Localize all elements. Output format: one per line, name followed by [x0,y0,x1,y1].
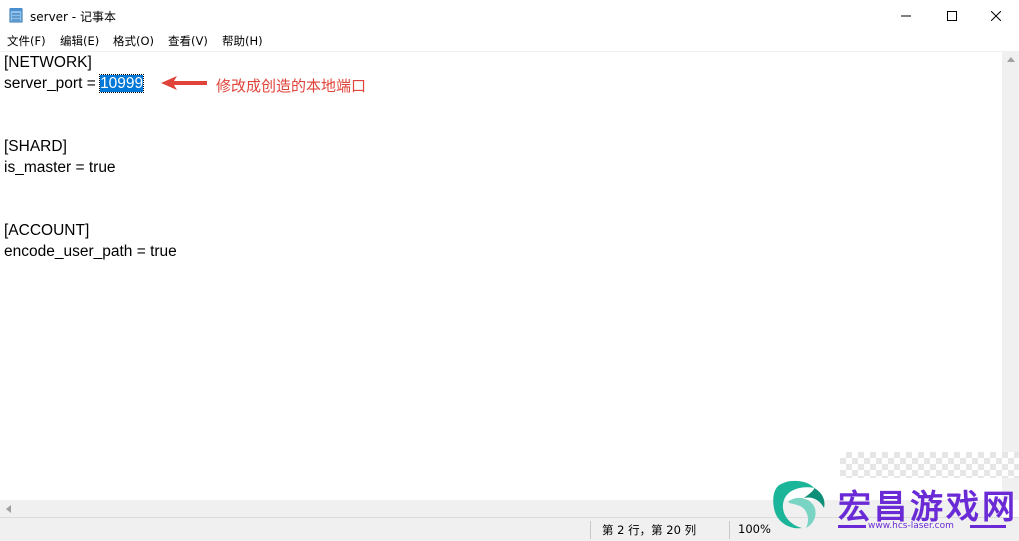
menu-help[interactable]: 帮助(H) [222,33,263,49]
menu-format[interactable]: 格式(O) [113,33,154,49]
watermark-logo-icon [773,480,825,529]
selected-port-value[interactable]: 10999 [99,74,145,93]
close-button[interactable] [973,0,1019,31]
scroll-left-button[interactable] [0,500,17,517]
menu-bar: 文件(F) 编辑(E) 格式(O) 查看(V) 帮助(H) [0,31,1019,51]
vertical-scrollbar[interactable] [1002,51,1019,500]
watermark-rule [970,525,1006,528]
chevron-left-icon [6,504,11,513]
chevron-up-icon [1006,57,1015,62]
minimize-button[interactable] [883,0,929,31]
close-icon [991,10,1001,21]
minimize-icon [901,15,911,16]
maximize-button[interactable] [929,0,975,31]
menu-edit[interactable]: 编辑(E) [60,33,99,49]
scroll-up-button[interactable] [1002,51,1019,68]
notepad-app-icon [9,8,23,23]
annotation-text: 修改成创造的本地端口 [216,77,367,95]
zoom-level: 100% [738,522,771,536]
editor-line-10: encode_user_path = true [4,243,177,260]
editor-line-5: [SHARD] [4,138,67,155]
menu-view[interactable]: 查看(V) [168,33,208,49]
menu-file[interactable]: 文件(F) [7,33,46,49]
watermark-rule [838,525,866,528]
notepad-window: server - 记事本 文件(F) 编辑(E) 格式(O) 查看(V) 帮助(… [0,0,1019,541]
watermark-url: www.hcs-laser.com [868,521,954,531]
window-title: server - 记事本 [30,10,116,24]
status-divider [729,521,730,539]
editor-line-9: [ACCOUNT] [4,222,90,239]
editor-line-6: is_master = true [4,159,116,176]
watermark-checker-pattern [840,452,1019,478]
annotation-arrow-icon [161,76,207,90]
title-bar[interactable]: server - 记事本 [0,0,1019,31]
maximize-icon [947,10,957,21]
status-divider [590,521,591,539]
text-editor[interactable]: [NETWORK] server_port = 10999 [SHARD] is… [0,51,1002,501]
cursor-position: 第 2 行，第 20 列 [602,523,697,537]
editor-line-2: server_port = 10999 [4,73,145,94]
editor-line-2-text: server_port = [4,75,101,92]
editor-line-1: [NETWORK] [4,54,92,71]
